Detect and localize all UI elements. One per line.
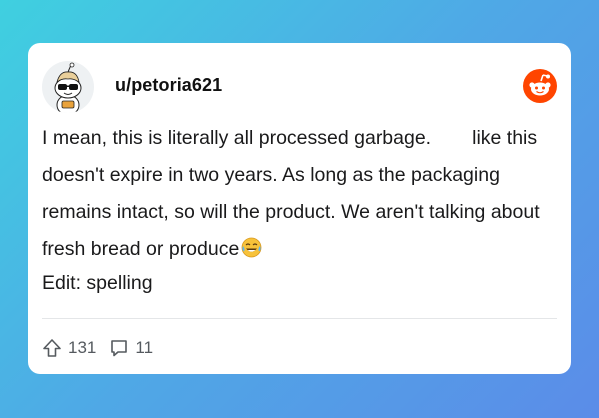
post-header: u/petoria621 <box>42 61 557 113</box>
username[interactable]: u/petoria621 <box>115 75 222 96</box>
upvote-count: 131 <box>68 338 97 357</box>
post-text-part-1: I mean, this is literally all processed … <box>42 127 432 149</box>
post-text: I mean, this is literally all processed … <box>42 120 562 268</box>
comment-icon[interactable] <box>109 338 129 358</box>
comment-count: 11 <box>135 338 154 357</box>
tears-of-joy-emoji-icon <box>241 234 262 258</box>
upvote-icon[interactable] <box>42 338 62 358</box>
post-card: u/petoria621 I mean, this is literally a… <box>28 43 571 374</box>
post-body: I mean, this is literally all processed … <box>42 120 562 268</box>
user-avatar[interactable] <box>42 61 94 113</box>
edit-note: Edit: spelling <box>42 272 153 294</box>
snoo-avatar-icon <box>54 62 82 113</box>
post-text-part-2: like <box>472 127 502 149</box>
divider <box>42 318 557 319</box>
post-footer: 131 11 <box>42 336 153 360</box>
reddit-logo-icon <box>523 69 557 103</box>
